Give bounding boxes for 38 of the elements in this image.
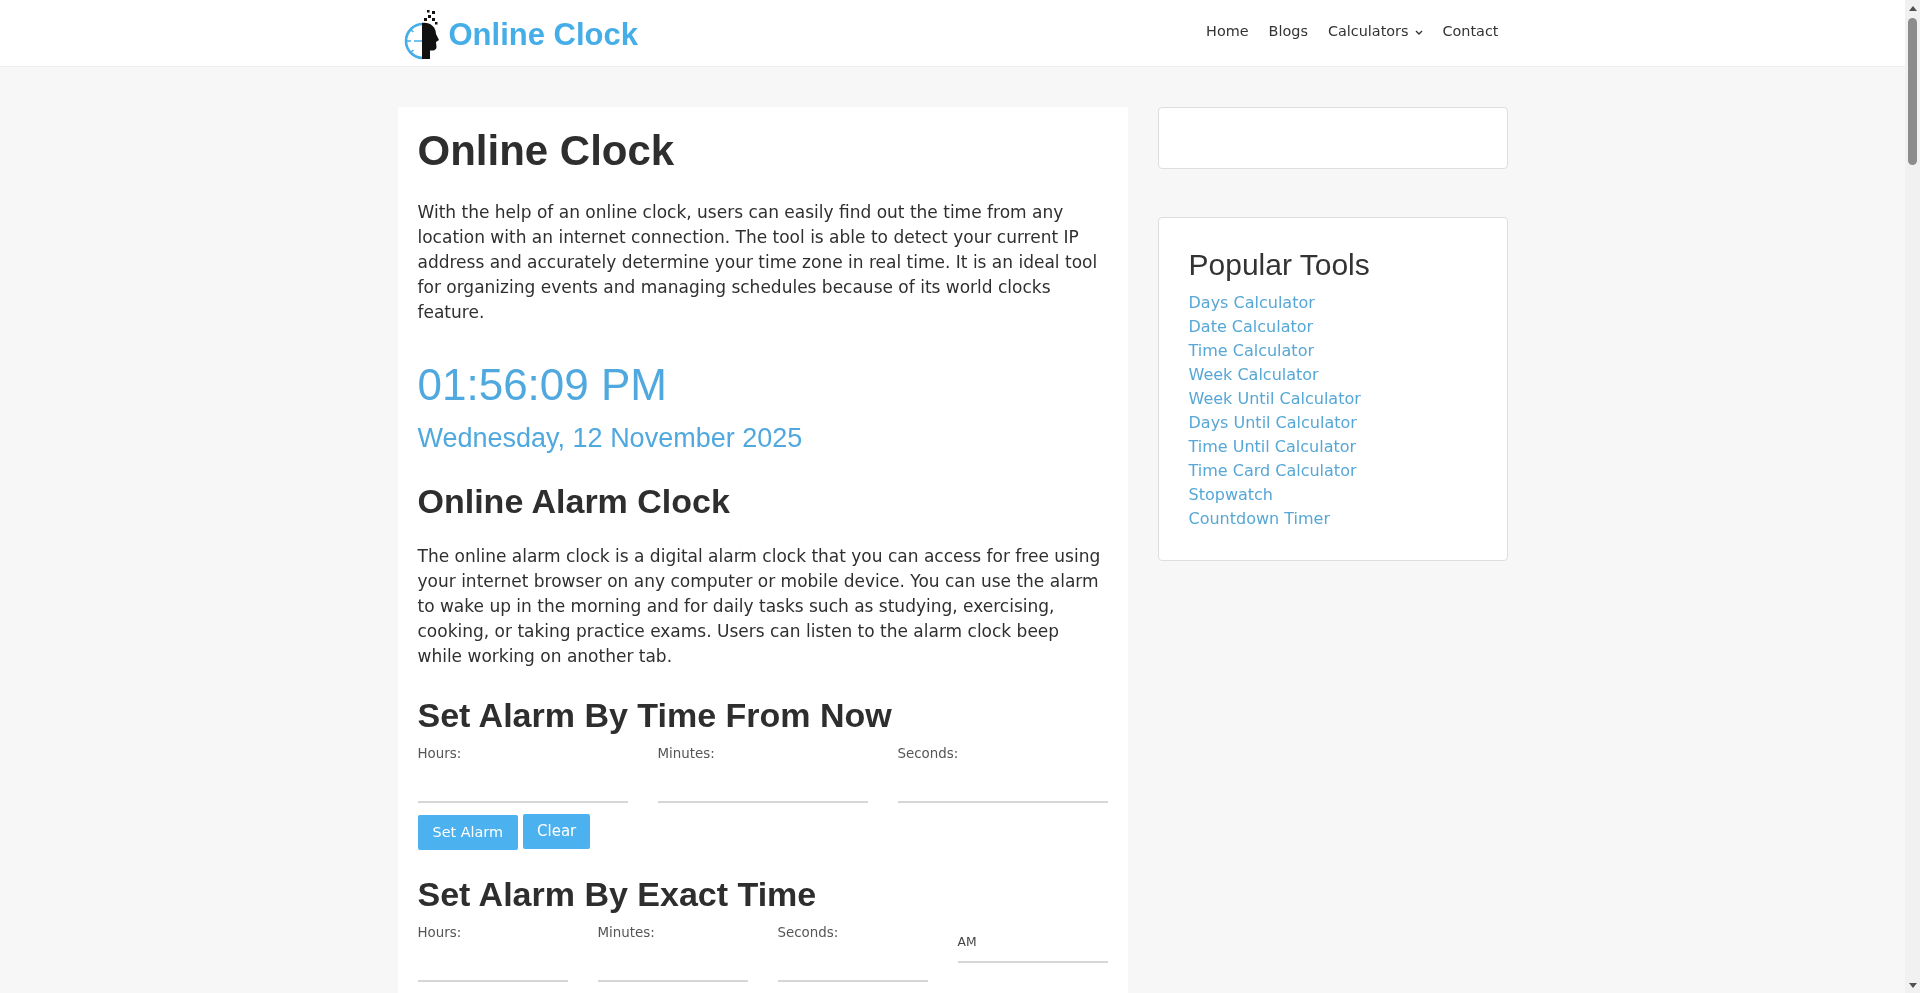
tool-link[interactable]: Days Until Calculator: [1188, 411, 1357, 435]
tool-link[interactable]: Time Calculator: [1188, 339, 1314, 363]
tool-link[interactable]: Time Until Calculator: [1188, 435, 1357, 459]
field-label: Hours:: [417, 745, 462, 764]
tool-link[interactable]: Week Until Calculator: [1188, 387, 1361, 411]
scroll-up-icon[interactable]: [1908, 6, 1917, 11]
field-label: Minutes:: [597, 923, 655, 942]
nav-link[interactable]: Home: [1206, 23, 1249, 39]
alarm-paragraph: The online alarm clock is a digital alarm clock that you can access for free using your internet browser on any computer or mobile device. You can use the alarm to wake up in the morning and for daily tasks such as studying, exercising, cooking, or taking practice exams. Users can listen to the alarm clock beep while working on another tab.: [417, 545, 1102, 669]
section-heading: Set Alarm By Exact Time: [417, 874, 818, 915]
section-heading: Online Alarm Clock: [417, 480, 731, 522]
tool-link[interactable]: Countdown Timer: [1188, 507, 1330, 531]
page-title: Online Clock: [417, 126, 676, 176]
clock-date: Wednesday, 12 November 2025: [417, 422, 804, 455]
nav-dropdown[interactable]: Calculators: [1327, 23, 1423, 39]
scroll-down-icon[interactable]: [1908, 983, 1917, 988]
period-select[interactable]: AM: [957, 922, 1108, 963]
clear-button[interactable]: Clear: [523, 814, 591, 850]
section-heading: Set Alarm By Time From Now: [417, 695, 893, 737]
clock-time: 01:56:09 PM: [417, 359, 668, 412]
tool-link[interactable]: Week Calculator: [1188, 363, 1319, 387]
tool-link[interactable]: Stopwatch: [1188, 483, 1273, 507]
set-alarm-button[interactable]: Set Alarm: [417, 815, 519, 851]
nav-link[interactable]: Blogs: [1268, 23, 1308, 39]
nav-link[interactable]: Contact: [1442, 23, 1499, 39]
field-label: Hours:: [417, 923, 462, 942]
tool-link[interactable]: Days Calculator: [1188, 291, 1315, 315]
scrollbar-thumb[interactable]: [1908, 18, 1917, 165]
tool-link[interactable]: Date Calculator: [1188, 315, 1314, 339]
field-label: Seconds:: [897, 745, 959, 764]
card-title: Popular Tools: [1188, 247, 1371, 283]
field-label: Seconds:: [777, 923, 839, 942]
tool-link[interactable]: Time Card Calculator: [1188, 459, 1357, 483]
field-label: Minutes:: [657, 745, 715, 764]
intro-paragraph: With the help of an online clock, users can easily find out the time from any location with an internet connection. The tool is able to detect your current IP address and accurately determine your time zone in real time. It is an ideal tool for organizing events and managing schedules because of its world clocks feature.: [417, 201, 1099, 325]
site-logo[interactable]: Online Clock: [402, 9, 638, 61]
scrollbar[interactable]: [1905, 0, 1920, 993]
caret-icon: [1414, 29, 1423, 35]
